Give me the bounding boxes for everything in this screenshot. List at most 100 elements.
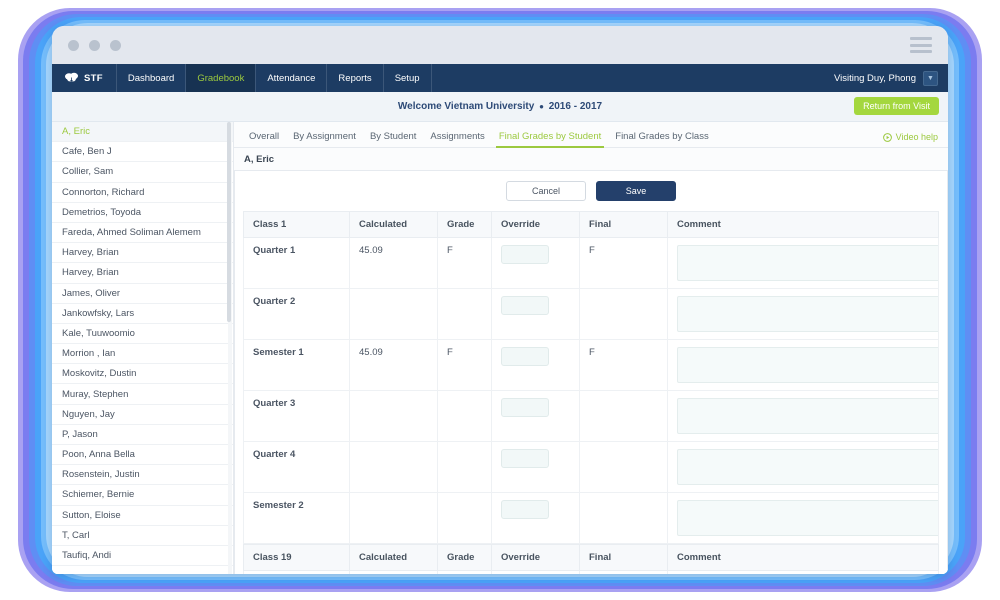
student-list-item[interactable]: T, Carl: [52, 526, 233, 546]
grade-cell: [438, 391, 492, 442]
override-input[interactable]: [501, 500, 549, 519]
table-row: Quarter 3: [244, 391, 939, 442]
student-list-item[interactable]: Demetrios, Toyoda: [52, 203, 233, 223]
student-list-item[interactable]: Moskovitz, Dustin: [52, 364, 233, 384]
tab-final-grades-by-student[interactable]: Final Grades by Student: [492, 131, 608, 147]
comment-textarea[interactable]: [677, 500, 939, 536]
comment-textarea[interactable]: [677, 245, 939, 281]
column-header: Comment: [668, 545, 939, 571]
play-circle-icon: [883, 133, 892, 142]
nav-item-reports[interactable]: Reports: [327, 64, 382, 92]
grading-period-cell: Semester 1: [244, 340, 350, 391]
calculated-score-cell: [350, 571, 438, 575]
window-controls[interactable]: [68, 40, 121, 51]
student-list-item[interactable]: P, Jason: [52, 425, 233, 445]
comment-textarea[interactable]: [677, 398, 939, 434]
comment-textarea[interactable]: [677, 449, 939, 485]
student-list-item[interactable]: Taufiq, Andi: [52, 546, 233, 566]
brand-logo[interactable]: STF: [52, 64, 116, 92]
hamburger-menu-icon[interactable]: [910, 37, 932, 53]
return-from-visit-button[interactable]: Return from Visit: [854, 97, 939, 115]
student-list-item[interactable]: Morrion , Ian: [52, 344, 233, 364]
video-help-link[interactable]: Video help: [883, 132, 938, 147]
grade-cell: [438, 493, 492, 544]
nav-item-gradebook[interactable]: Gradebook: [186, 64, 255, 92]
sidebar-scrollbar-track[interactable]: [228, 122, 232, 574]
table-row: Semester 145.09FF: [244, 340, 939, 391]
comment-cell: [668, 289, 939, 340]
table-row: Semester 2: [244, 493, 939, 544]
override-input[interactable]: [501, 398, 549, 417]
calculated-score-cell: 45.09: [350, 238, 438, 289]
nav-item-attendance[interactable]: Attendance: [256, 64, 326, 92]
content-tabs: Overall By Assignment By Student Assignm…: [234, 122, 948, 148]
student-list-item[interactable]: Sutton, Eloise: [52, 506, 233, 526]
student-list-item[interactable]: Poon, Anna Bella: [52, 445, 233, 465]
override-cell: [492, 442, 580, 493]
calculated-score-cell: [350, 391, 438, 442]
comment-textarea[interactable]: [677, 296, 939, 332]
student-list-item[interactable]: Harvey, Brian: [52, 263, 233, 283]
override-cell: [492, 340, 580, 391]
student-list-item[interactable]: Kale, Tuuwoomio: [52, 324, 233, 344]
student-list-item[interactable]: A, Eric: [52, 122, 233, 142]
student-list-item[interactable]: Schiemer, Bernie: [52, 485, 233, 505]
window-minimize-dot[interactable]: [89, 40, 100, 51]
student-sidebar: A, EricCafe, Ben JCollier, SamConnorton,…: [52, 122, 234, 574]
student-list-item[interactable]: Fareda, Ahmed Soliman Alemem: [52, 223, 233, 243]
student-list-item[interactable]: Rosenstein, Justin: [52, 465, 233, 485]
save-button[interactable]: Save: [596, 181, 676, 201]
cancel-button[interactable]: Cancel: [506, 181, 586, 201]
final-grade-cell: [580, 289, 668, 340]
student-list-item[interactable]: Jankowfsky, Lars: [52, 304, 233, 324]
comment-textarea[interactable]: [677, 347, 939, 383]
nav-item-setup[interactable]: Setup: [384, 64, 431, 92]
student-list-item[interactable]: Collier, Sam: [52, 162, 233, 182]
student-list-item[interactable]: James, Oliver: [52, 284, 233, 304]
calculated-score-cell: 45.09: [350, 340, 438, 391]
tab-by-assignment[interactable]: By Assignment: [286, 131, 363, 147]
grade-cell: [438, 442, 492, 493]
window-maximize-dot[interactable]: [110, 40, 121, 51]
grading-period-cell: Quarter 1: [244, 238, 350, 289]
grading-period-cell: Quarter 2: [244, 289, 350, 340]
nav-item-dashboard[interactable]: Dashboard: [117, 64, 185, 92]
app-navbar: STF Dashboard Gradebook Attendance Repor…: [52, 64, 948, 92]
column-header: Final: [580, 212, 668, 238]
student-list-item[interactable]: Connorton, Richard: [52, 183, 233, 203]
calculated-score-cell: [350, 289, 438, 340]
grades-scroll-area[interactable]: Class 1CalculatedGradeOverrideFinalComme…: [243, 211, 939, 574]
student-list-item[interactable]: Muray, Stephen: [52, 384, 233, 404]
video-help-label: Video help: [896, 132, 938, 142]
browser-window: STF Dashboard Gradebook Attendance Repor…: [52, 26, 948, 574]
tab-final-grades-by-class[interactable]: Final Grades by Class: [608, 131, 715, 147]
table-row: Quarter 1: [244, 571, 939, 575]
grading-period-cell: Quarter 3: [244, 391, 350, 442]
chevron-down-icon[interactable]: ▼: [923, 71, 938, 86]
tab-by-student[interactable]: By Student: [363, 131, 423, 147]
column-header: Calculated: [350, 545, 438, 571]
student-list-item[interactable]: Harvey, Brian: [52, 243, 233, 263]
student-list-item[interactable]: Nguyen, Jay: [52, 405, 233, 425]
tab-assignments[interactable]: Assignments: [423, 131, 491, 147]
sidebar-scrollbar-thumb[interactable]: [227, 122, 231, 322]
grading-period-cell: Semester 2: [244, 493, 350, 544]
navbar-divider: [431, 64, 432, 92]
final-grade-cell: [580, 493, 668, 544]
student-list-item[interactable]: Cafe, Ben J: [52, 142, 233, 162]
override-input[interactable]: [501, 296, 549, 315]
comment-cell: [668, 340, 939, 391]
tab-overall[interactable]: Overall: [242, 131, 286, 147]
grades-table: Class 19CalculatedGradeOverrideFinalComm…: [243, 544, 939, 574]
column-header: Grade: [438, 212, 492, 238]
override-input[interactable]: [501, 245, 549, 264]
app-body: A, EricCafe, Ben JCollier, SamConnorton,…: [52, 122, 948, 574]
override-input[interactable]: [501, 347, 549, 366]
override-input[interactable]: [501, 449, 549, 468]
brand-text: STF: [84, 73, 103, 84]
final-grade-cell: [580, 571, 668, 575]
welcome-bar: Welcome Vietnam University ● 2016 - 2017…: [52, 92, 948, 122]
window-close-dot[interactable]: [68, 40, 79, 51]
navbar-user-area: Visiting Duy, Phong ▼: [834, 64, 948, 92]
column-header: Grade: [438, 545, 492, 571]
